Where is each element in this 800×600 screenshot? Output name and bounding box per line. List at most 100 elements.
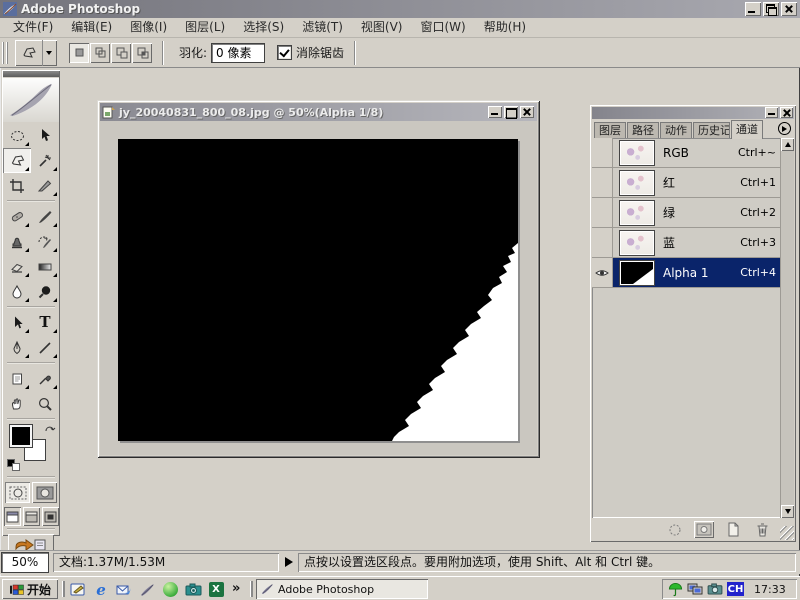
palette-resize-grip[interactable] (780, 526, 794, 540)
fullscreen-menubar-button[interactable] (23, 507, 40, 526)
menu-window[interactable]: 窗口(W) (411, 18, 474, 37)
quicklaunch-internet-explorer[interactable]: e (91, 580, 111, 599)
menu-filter[interactable]: 滤镜(T) (293, 18, 352, 37)
move-tool[interactable] (31, 123, 59, 148)
close-button[interactable] (781, 2, 797, 16)
channel-row-rgb[interactable]: RGB Ctrl+~ (592, 138, 794, 168)
restore-button[interactable] (763, 2, 779, 16)
toolbox-drag-handle[interactable] (3, 71, 59, 77)
visibility-well[interactable] (592, 258, 613, 287)
new-channel-button[interactable] (723, 521, 743, 538)
menu-edit[interactable]: 编辑(E) (62, 18, 121, 37)
swap-colors-icon[interactable] (44, 423, 56, 437)
foreground-color-swatch[interactable] (10, 425, 32, 447)
new-selection-button[interactable] (69, 43, 89, 63)
fullscreen-button[interactable] (42, 507, 59, 526)
crop-tool[interactable] (3, 173, 31, 198)
dodge-tool[interactable] (31, 279, 59, 304)
quicklaunch-show-desktop[interactable] (68, 580, 88, 599)
magic-wand-tool[interactable] (31, 148, 59, 173)
doc-close-button[interactable] (520, 106, 534, 118)
language-indicator[interactable]: CH (727, 582, 744, 596)
status-menu-arrow-icon[interactable] (285, 557, 293, 567)
channel-row-blue[interactable]: 蓝 Ctrl+3 (592, 228, 794, 258)
eraser-tool[interactable] (3, 254, 31, 279)
menu-image[interactable]: 图像(I) (121, 18, 176, 37)
zoom-tool[interactable] (31, 391, 59, 416)
history-brush-tool[interactable] (31, 229, 59, 254)
visibility-well[interactable] (592, 168, 613, 197)
path-selection-tool[interactable] (3, 310, 31, 335)
gradient-tool[interactable] (31, 254, 59, 279)
visibility-well[interactable] (592, 228, 613, 257)
options-grip[interactable] (2, 42, 10, 64)
default-colors-icon[interactable] (7, 459, 21, 471)
task-button-photoshop[interactable]: Adobe Photoshop (256, 579, 428, 599)
tab-channels[interactable]: 通道 (731, 120, 763, 139)
palette-close-button[interactable] (780, 107, 793, 118)
tab-layers[interactable]: 图层 (594, 122, 626, 139)
channel-row-green[interactable]: 绿 Ctrl+2 (592, 198, 794, 228)
minimize-button[interactable] (745, 2, 761, 16)
delete-channel-button[interactable] (752, 521, 772, 538)
doc-minimize-button[interactable] (488, 106, 502, 118)
clone-stamp-tool[interactable] (3, 229, 31, 254)
eyedropper-tool[interactable] (31, 366, 59, 391)
notes-tool[interactable] (3, 366, 31, 391)
tab-paths[interactable]: 路径 (627, 122, 659, 139)
slice-tool[interactable] (31, 173, 59, 198)
tab-actions[interactable]: 动作 (660, 122, 692, 139)
quicklaunch-overflow-button[interactable]: » (232, 581, 240, 596)
image-canvas[interactable] (118, 139, 518, 441)
palette-scrollbar[interactable] (780, 138, 794, 518)
polygonal-lasso-tool[interactable] (3, 148, 31, 173)
subtract-selection-button[interactable] (111, 43, 131, 63)
antivirus-umbrella-icon[interactable] (668, 582, 683, 597)
quicklaunch-acdsee[interactable] (183, 580, 203, 599)
quicklaunch-outlook-express[interactable] (114, 580, 134, 599)
feather-input[interactable] (212, 44, 264, 62)
tab-history[interactable]: 历史记 (693, 122, 730, 139)
palette-minimize-button[interactable] (765, 107, 778, 118)
zoom-level-field[interactable]: 50% (2, 553, 48, 572)
quicklaunch-photoshop[interactable] (137, 580, 157, 599)
pen-tool[interactable] (3, 335, 31, 360)
document-size-indicator[interactable]: 文档:1.37M/1.53M (53, 553, 279, 572)
quicklaunch-excel[interactable]: X (206, 580, 226, 599)
scroll-down-button[interactable] (781, 505, 794, 518)
taskbar-grip[interactable] (250, 581, 253, 597)
blur-tool[interactable] (3, 279, 31, 304)
menu-select[interactable]: 选择(S) (234, 18, 293, 37)
scroll-up-button[interactable] (781, 138, 794, 151)
quicklaunch-green-app[interactable] (160, 580, 180, 599)
standard-screen-button[interactable] (4, 507, 21, 526)
brush-tool[interactable] (31, 204, 59, 229)
load-selection-button[interactable] (665, 521, 685, 538)
document-titlebar[interactable]: jy_20040831_800_08.jpg @ 50%(Alpha 1/8) (100, 103, 537, 121)
tool-preset-dropdown[interactable] (42, 40, 55, 66)
intersect-selection-button[interactable] (132, 43, 152, 63)
antialias-checkbox[interactable] (278, 46, 291, 59)
start-button[interactable]: 开始 (2, 579, 58, 599)
palette-titlebar[interactable] (592, 107, 794, 119)
palette-menu-button[interactable] (778, 122, 791, 135)
tray-camera-icon[interactable] (707, 583, 723, 595)
quick-mask-mode-button[interactable] (32, 482, 57, 503)
tray-clock[interactable]: 17:33 (754, 583, 786, 596)
tool-preset-picker[interactable] (15, 40, 57, 66)
menu-file[interactable]: 文件(F) (4, 18, 62, 37)
taskbar-grip[interactable] (62, 581, 65, 597)
menu-layer[interactable]: 图层(L) (176, 18, 234, 37)
healing-brush-tool[interactable] (3, 204, 31, 229)
network-icon[interactable] (687, 582, 703, 596)
add-selection-button[interactable] (90, 43, 110, 63)
channel-row-red[interactable]: 红 Ctrl+1 (592, 168, 794, 198)
line-tool[interactable] (31, 335, 59, 360)
doc-maximize-button[interactable] (504, 106, 518, 118)
elliptical-marquee-tool[interactable] (3, 123, 31, 148)
visibility-well[interactable] (592, 138, 613, 167)
hand-tool[interactable] (3, 391, 31, 416)
menu-view[interactable]: 视图(V) (352, 18, 412, 37)
standard-mode-button[interactable] (5, 482, 30, 503)
type-tool[interactable]: T (31, 310, 59, 335)
